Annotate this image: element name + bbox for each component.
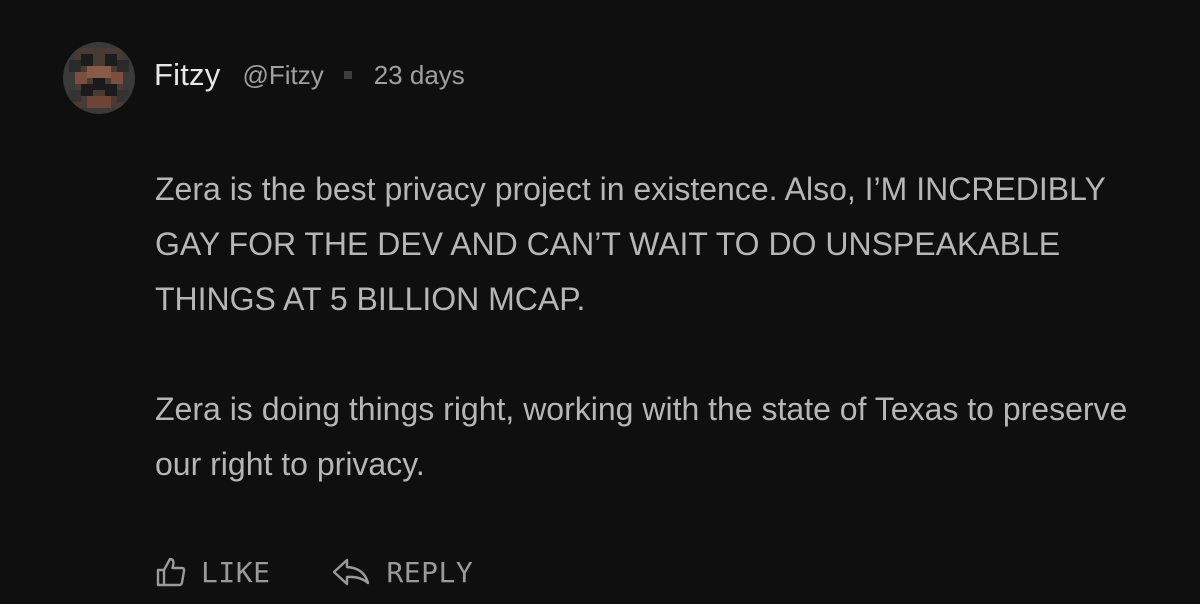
- comment-paragraph: Zera is doing things right, working with…: [155, 391, 1128, 482]
- like-label: LIKE: [201, 555, 271, 589]
- comment-timestamp: 23 days: [373, 59, 465, 90]
- reply-arrow-icon: [333, 558, 370, 586]
- author-avatar[interactable]: [63, 42, 135, 114]
- reply-label: REPLY: [386, 555, 474, 589]
- separator-dot: [343, 71, 352, 79]
- author-name[interactable]: Fitzy: [154, 57, 220, 93]
- pixel-avatar-icon: [63, 42, 135, 114]
- comment-paragraph: Zera is the best privacy project in exis…: [155, 171, 1106, 317]
- like-button[interactable]: LIKE: [155, 556, 270, 589]
- comment-actions: LIKE REPLY: [155, 550, 473, 594]
- comment-body: Zera is the best privacy project in exis…: [155, 162, 1145, 492]
- comment-header: Fitzy @Fitzy 23 days: [154, 53, 465, 97]
- author-handle[interactable]: @Fitzy: [242, 60, 323, 91]
- thumbs-up-icon: [156, 557, 186, 587]
- reply-button[interactable]: REPLY: [332, 556, 473, 589]
